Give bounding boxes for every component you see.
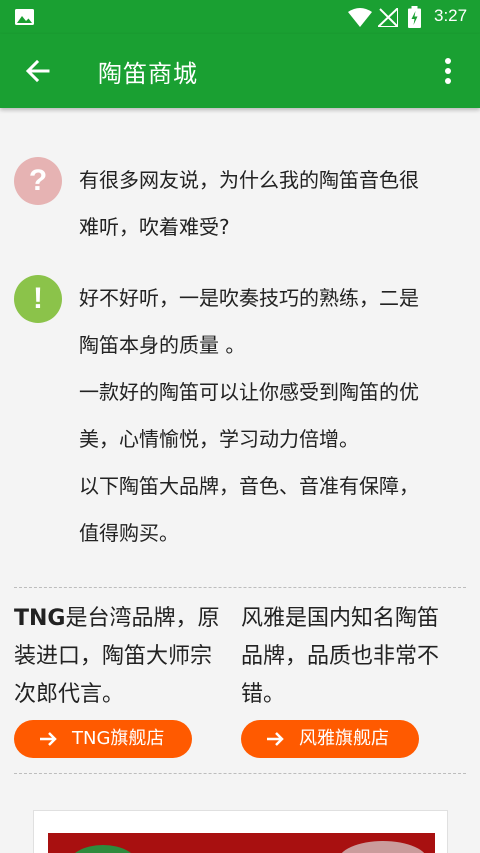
back-arrow-icon[interactable] <box>24 57 52 85</box>
battery-charging-icon <box>408 6 421 28</box>
brand-tng-description: TNG是台湾品牌，原 装进口，陶笛大师宗 次郎代言。 <box>14 600 239 714</box>
brand-fengya-description: 风雅是国内知名陶笛 品牌，品质也非常不 错。 <box>241 600 466 714</box>
exclamation-icon: ! <box>14 275 62 323</box>
fengya-store-button-label: 风雅旗舰店 <box>299 728 389 749</box>
brand-desc-line: TNG是台湾品牌，原 <box>14 606 220 631</box>
gallery-icon <box>15 9 34 25</box>
answer-text-line: 陶笛本身的质量 。 <box>79 333 246 357</box>
banner-logo-shape <box>68 845 138 853</box>
banner-card[interactable] <box>33 810 448 853</box>
question-mark-icon: ? <box>14 157 62 205</box>
brand-desc-line: 品牌，品质也非常不 <box>241 644 440 669</box>
answer-text-line: 美，心情愉悦，学习动力倍增。 <box>79 427 359 451</box>
arrow-right-icon <box>40 732 57 746</box>
wifi-icon <box>348 8 372 27</box>
tng-store-button[interactable]: TNG旗舰店 <box>14 720 192 758</box>
question-block: ? 有很多网友说，为什么我的陶笛音色很 难听，吹着难受? <box>14 157 466 257</box>
answer-text-line: 值得购买。 <box>79 521 179 545</box>
answer-text-line: 以下陶笛大品牌，音色、音准有保障， <box>79 474 419 498</box>
page-title: 陶笛商城 <box>98 60 198 88</box>
more-vert-icon[interactable] <box>436 56 460 86</box>
answer-text-line: 好不好听，一是吹奏技巧的熟练，二是 <box>79 286 419 310</box>
fengya-store-button[interactable]: 风雅旗舰店 <box>241 720 419 758</box>
brand-name: TNG <box>14 606 66 631</box>
no-signal-icon <box>378 8 398 27</box>
arrow-right-icon <box>267 732 284 746</box>
divider <box>14 587 466 588</box>
question-text-line: 难听，吹着难受? <box>79 215 230 239</box>
banner-decoration <box>338 841 428 853</box>
brand-desc-line: 装进口，陶笛大师宗 <box>14 644 213 669</box>
brand-desc-line: 错。 <box>241 682 286 707</box>
brand-desc-line: 次郎代言。 <box>14 682 125 707</box>
answer-text-line: 一款好的陶笛可以让你感受到陶笛的优 <box>79 380 419 404</box>
banner-image <box>48 833 435 853</box>
answer-block: ! 好不好听，一是吹奏技巧的熟练，二是 陶笛本身的质量 。 一款好的陶笛可以让你… <box>14 275 466 565</box>
question-text: 有很多网友说，为什么我的陶笛音色很 难听，吹着难受? <box>79 157 469 251</box>
divider <box>14 773 466 774</box>
question-text-line: 有很多网友说，为什么我的陶笛音色很 <box>79 168 419 192</box>
brand-desc-line: 风雅是国内知名陶笛 <box>241 606 440 631</box>
status-bar: 3:27 <box>0 0 480 34</box>
answer-text: 好不好听，一是吹奏技巧的熟练，二是 陶笛本身的质量 。 一款好的陶笛可以让你感受… <box>79 275 469 557</box>
status-time: 3:27 <box>434 6 468 25</box>
app-bar: 陶笛商城 <box>0 34 480 108</box>
tng-store-button-label: TNG旗舰店 <box>72 728 165 749</box>
